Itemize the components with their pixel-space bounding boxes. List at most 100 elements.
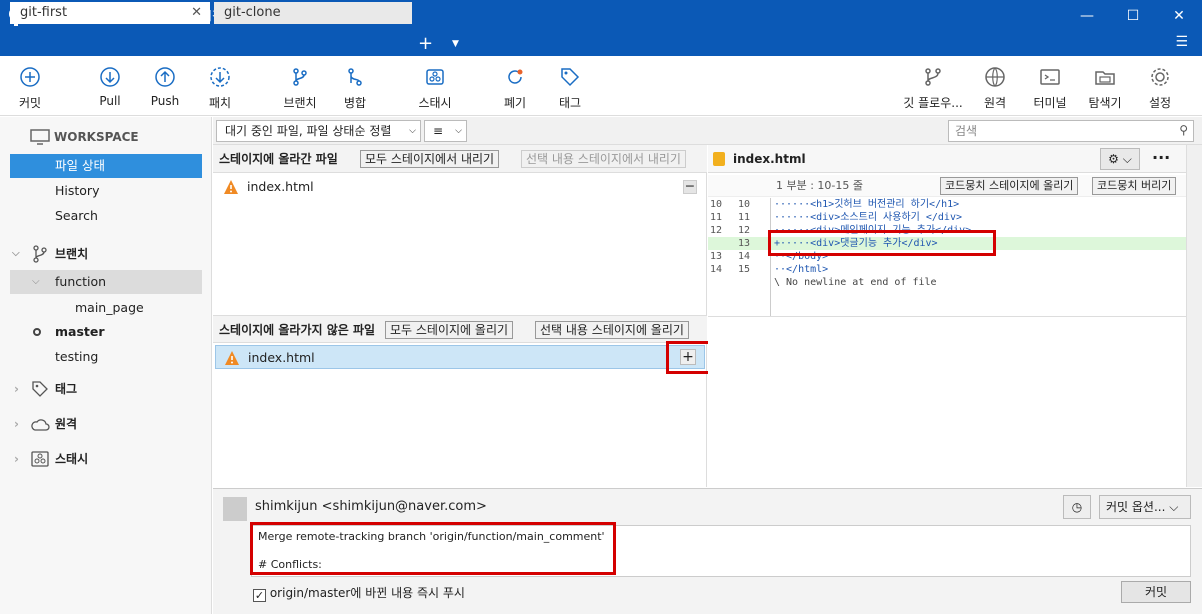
merge-button[interactable]: 병합 xyxy=(325,66,385,111)
commit-button[interactable]: 커밋 xyxy=(0,66,60,111)
stash-button[interactable]: 스태시 xyxy=(405,66,465,111)
tab-dropdown-icon[interactable]: ▼ xyxy=(452,32,459,56)
maximize-icon[interactable]: ☐ xyxy=(1110,0,1156,32)
stage-hunk-button[interactable]: 코드뭉치 스테이지에 올리기 xyxy=(940,177,1079,195)
sidebar-remotes-header[interactable]: › 원격 xyxy=(0,412,212,436)
stage-all-button[interactable]: 모두 스테이지에 올리기 xyxy=(385,321,514,339)
discard-button[interactable]: 폐기 xyxy=(485,66,545,111)
pull-button[interactable]: Pull xyxy=(80,66,140,108)
gitflow-icon xyxy=(925,68,941,86)
tag-button[interactable]: 태그 xyxy=(540,66,600,111)
sidebar: WORKSPACE 파일 상태 History Search ⌵ 브랜치 ⌵ f… xyxy=(0,117,212,614)
view-mode-dropdown[interactable]: ≡ ⌵ xyxy=(424,120,467,142)
avatar xyxy=(223,497,247,521)
sidebar-branch-main-page[interactable]: main_page xyxy=(0,296,212,320)
sidebar-item-file-status[interactable]: 파일 상태 xyxy=(10,154,202,178)
sidebar-tags-header[interactable]: › 태그 xyxy=(0,377,212,401)
diff-header: index.html ⚙ ⌵ ··· xyxy=(708,145,1194,173)
merge-icon xyxy=(348,68,362,86)
globe-icon xyxy=(985,67,1005,87)
tab-label: git-first xyxy=(20,5,68,20)
unstaged-file-row[interactable]: index.html + xyxy=(215,345,705,369)
explorer-button[interactable]: 탐색기 xyxy=(1075,66,1135,111)
unstage-selected-button[interactable]: 선택 내용 스테이지에서 내리기 xyxy=(521,150,686,168)
chevron-right-icon[interactable]: › xyxy=(14,412,19,436)
file-panel: 스테이지에 올라간 파일 모두 스테이지에서 내리기 선택 내용 스테이지에서 … xyxy=(213,145,707,487)
branch-button[interactable]: 브랜치 xyxy=(270,66,330,111)
file-edit-icon xyxy=(713,152,725,166)
remote-button[interactable]: 원격 xyxy=(965,66,1025,111)
arrow-up-circle-icon xyxy=(155,67,175,87)
settings-button[interactable]: 설정 xyxy=(1130,66,1190,111)
clock-icon[interactable]: ◷ xyxy=(1063,495,1091,519)
diff-line: \ No newline at end of file xyxy=(774,277,937,288)
tab-bar xyxy=(0,32,1202,56)
stash-icon xyxy=(426,69,444,85)
monitor-icon xyxy=(30,129,50,145)
gear-icon xyxy=(1151,68,1169,86)
hamburger-menu-icon[interactable]: ☰ xyxy=(1175,34,1188,50)
diff-content: 10 10 ······<h1>깃허브 버전관리 하기</h1> 11 11 ·····… xyxy=(708,198,1194,316)
hunk-label: 1 부분 : 10-15 줄 xyxy=(776,179,864,192)
fetch-button[interactable]: 패치 xyxy=(190,66,250,111)
commit-author: shimkijun <shimkijun@naver.com> xyxy=(255,499,487,514)
unstage-all-button[interactable]: 모두 스테이지에서 내리기 xyxy=(360,150,500,168)
unstage-file-minus-icon[interactable]: − xyxy=(683,179,697,194)
diff-line: 11 11 ······<div>소스트리 사용하기 </div> xyxy=(710,212,962,223)
arrow-down-circle-icon xyxy=(100,67,120,87)
commit-submit-button[interactable]: 커밋 xyxy=(1121,581,1191,603)
branch-icon xyxy=(33,245,47,263)
staged-header: 스테이지에 올라간 파일 모두 스테이지에서 내리기 선택 내용 스테이지에서 … xyxy=(213,145,707,173)
highlight-box xyxy=(250,522,616,575)
diff-panel: index.html ⚙ ⌵ ··· 1 부분 : 10-15 줄 코드뭉치 스… xyxy=(708,145,1194,487)
chevron-right-icon[interactable]: › xyxy=(14,377,19,401)
cloud-icon xyxy=(31,419,50,431)
push-immediately-checkbox[interactable]: ✓ origin/master에 바뀐 내용 즉시 푸시 xyxy=(253,585,465,602)
close-tab-icon[interactable]: ✕ xyxy=(191,2,202,24)
chevron-down-icon[interactable]: ⌵ xyxy=(32,270,40,294)
checkbox-checked-icon[interactable]: ✓ xyxy=(253,589,266,602)
stash-icon xyxy=(31,451,49,467)
chevron-right-icon[interactable]: › xyxy=(14,447,19,471)
staged-file-row[interactable]: index.html − xyxy=(215,175,705,199)
sidebar-item-history[interactable]: History xyxy=(0,179,212,203)
gitflow-button[interactable]: 깃 플로우... xyxy=(900,66,966,111)
sidebar-branch-master[interactable]: master xyxy=(0,320,212,344)
diff-line: 10 10 ······<h1>깃허브 버전관리 하기</h1> xyxy=(710,199,960,210)
push-button[interactable]: Push xyxy=(135,66,195,108)
sidebar-branch-function[interactable]: ⌵ function xyxy=(10,270,202,294)
chevron-down-icon[interactable]: ⌵ xyxy=(12,242,20,266)
sidebar-branches-header[interactable]: ⌵ 브랜치 xyxy=(0,242,212,266)
search-input[interactable]: 검색 xyxy=(948,120,1194,142)
highlight-box xyxy=(768,230,996,256)
chevron-down-icon: ⌵ xyxy=(455,126,462,136)
tab-label: git-clone xyxy=(224,5,281,20)
new-tab-icon[interactable]: + xyxy=(418,32,433,56)
list-icon: ≡ xyxy=(433,124,444,138)
sidebar-item-search[interactable]: Search xyxy=(0,204,212,228)
close-icon[interactable]: ✕ xyxy=(1156,0,1202,32)
more-options-icon[interactable]: ··· xyxy=(1152,145,1170,171)
sidebar-branch-testing[interactable]: testing xyxy=(0,345,212,369)
tab-git-clone[interactable]: git-clone xyxy=(214,2,412,24)
hunk-bar: 1 부분 : 10-15 줄 코드뭉치 스테이지에 올리기 코드뭉치 버리기 xyxy=(708,175,1194,197)
commit-options-dropdown[interactable]: 커밋 옵션... ⌵ xyxy=(1099,495,1191,519)
current-branch-icon xyxy=(33,328,41,336)
diff-settings-gear-icon[interactable]: ⚙ ⌵ xyxy=(1100,148,1140,170)
diff-filename: index.html xyxy=(733,152,806,166)
tag-icon xyxy=(32,381,48,397)
discard-hunk-button[interactable]: 코드뭉치 버리기 xyxy=(1092,177,1177,195)
terminal-button[interactable]: 터미널 xyxy=(1020,66,1080,111)
toolbar: 커밋 Pull Push 패치 브랜치 병합 스태시 폐기 태그 깃 플로우..… xyxy=(0,56,1202,116)
scrollbar[interactable] xyxy=(1186,145,1202,487)
sidebar-stashes-header[interactable]: › 스태시 xyxy=(0,447,212,471)
divider xyxy=(708,316,1194,317)
plus-circle-icon xyxy=(20,67,40,87)
minimize-icon[interactable]: — xyxy=(1064,0,1110,32)
folder-icon xyxy=(1095,71,1115,85)
tab-git-first[interactable]: git-first ✕ xyxy=(10,2,210,24)
stage-selected-button[interactable]: 선택 내용 스테이지에 올리기 xyxy=(535,321,689,339)
unstaged-header: 스테이지에 올라가지 않은 파일 모두 스테이지에 올리기 선택 내용 스테이지… xyxy=(213,315,707,343)
search-icon: ⚲ xyxy=(1179,123,1188,137)
file-status-dropdown[interactable]: 대기 중인 파일, 파일 상태순 정렬 ⌵ xyxy=(216,120,421,142)
